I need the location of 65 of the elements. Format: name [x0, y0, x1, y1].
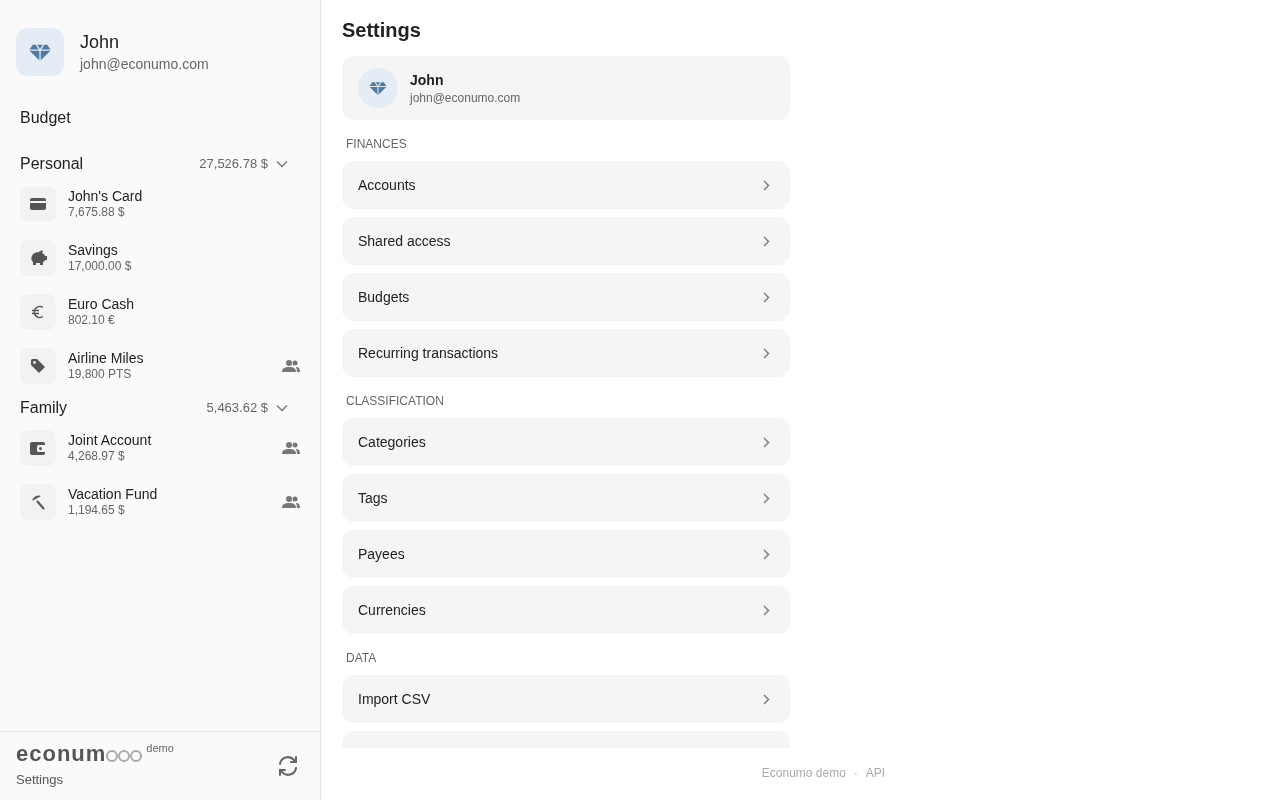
group-name: Family: [20, 398, 68, 418]
account-name: Euro Cash: [68, 296, 136, 312]
logo-text: econum: [16, 742, 107, 767]
euro-icon: [20, 294, 56, 330]
settings-item[interactable]: Budgets: [342, 273, 790, 321]
account-name: Savings: [68, 242, 119, 258]
wallet-icon: [20, 430, 56, 466]
tag-icon: [20, 348, 56, 384]
chevron-right-icon: [763, 492, 770, 504]
account-item[interactable]: John's Card 7,675.88 $: [16, 186, 304, 222]
account-balance: 4,268.97 $: [68, 448, 126, 464]
account-item[interactable]: Savings 17,000.00 $: [16, 240, 304, 276]
logo-circles-icon: [106, 749, 143, 764]
account-item[interactable]: Airline Miles 19,800 PTS: [16, 348, 304, 384]
separator-dot: ·: [853, 765, 858, 782]
settings-item[interactable]: Tags: [342, 474, 790, 522]
account-name: Joint Account: [68, 432, 153, 448]
account-balance: 7,675.88 $: [68, 204, 126, 220]
account-balance: 19,800 PTS: [68, 366, 133, 382]
chevron-down-icon[interactable]: [276, 160, 288, 168]
avatar-icon: [358, 68, 398, 108]
settings-link[interactable]: Settings: [16, 770, 174, 790]
chevron-right-icon: [763, 235, 770, 247]
settings-item[interactable]: Currencies: [342, 586, 790, 634]
chevron-right-icon: [763, 347, 770, 359]
account-name: Vacation Fund: [68, 486, 159, 502]
chevron-right-icon: [763, 604, 770, 616]
account-name: Airline Miles: [68, 350, 145, 366]
account-balance: 1,194.65 $: [68, 502, 126, 518]
chevron-right-icon: [763, 291, 770, 303]
account-item[interactable]: Euro Cash 802.10 €: [16, 294, 304, 330]
sync-icon[interactable]: [276, 754, 300, 778]
settings-item[interactable]: Categories: [342, 418, 790, 466]
piggy-bank-icon: [20, 240, 56, 276]
settings-item[interactable]: Shared access: [342, 217, 790, 265]
settings-item[interactable]: Accounts: [342, 161, 790, 209]
user-email: john@econumo.com: [80, 55, 209, 74]
profile-name: John: [410, 71, 445, 90]
chevron-down-icon[interactable]: [276, 404, 288, 412]
account-item[interactable]: Vacation Fund 1,194.65 $: [16, 484, 304, 520]
chevron-right-icon: [763, 693, 770, 705]
page-title: Settings: [342, 18, 422, 42]
demo-label: demo: [146, 741, 174, 757]
budget-link[interactable]: Budget: [20, 106, 304, 130]
chevron-right-icon: [763, 436, 770, 448]
user-name: John: [80, 31, 121, 54]
group-name: Personal: [20, 154, 84, 174]
group-total: 27,526.78 $: [199, 155, 268, 174]
credit-card-icon: [20, 186, 56, 222]
account-name: John's Card: [68, 188, 144, 204]
settings-item[interactable]: Import CSV: [342, 675, 790, 723]
account-item[interactable]: Joint Account 4,268.97 $: [16, 430, 304, 466]
chevron-right-icon: [763, 548, 770, 560]
section-heading: FINANCES: [346, 136, 408, 152]
section-heading: DATA: [346, 650, 378, 666]
avatar-icon: [16, 28, 64, 76]
profile-card[interactable]: John john@econumo.com: [342, 56, 790, 120]
group-total: 5,463.62 $: [206, 399, 268, 418]
account-balance: 17,000.00 $: [68, 258, 133, 274]
section-heading: CLASSIFICATION: [346, 393, 445, 409]
settings-item[interactable]: Payees: [342, 530, 790, 578]
profile-email: john@econumo.com: [410, 90, 521, 106]
chevron-right-icon: [763, 179, 770, 191]
settings-item[interactable]: Recurring transactions: [342, 329, 790, 377]
account-balance: 802.10 €: [68, 312, 116, 328]
